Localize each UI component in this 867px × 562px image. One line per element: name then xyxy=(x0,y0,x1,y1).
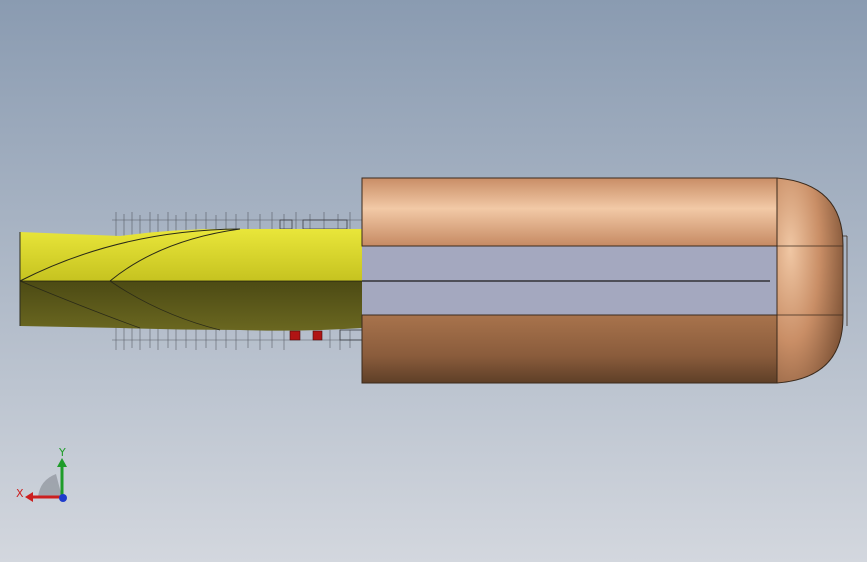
red-fitting-1 xyxy=(289,330,301,341)
lower-body-tube xyxy=(361,314,778,384)
end-cap xyxy=(776,177,844,384)
triad-y-label: Y xyxy=(58,446,66,459)
upper-body-tube xyxy=(361,177,778,247)
graphics-viewport[interactable]: Y X xyxy=(0,0,867,562)
triad-x-label: X xyxy=(16,487,24,500)
nose-cone xyxy=(19,228,362,331)
triad-z-axis xyxy=(59,494,67,502)
red-fitting-2 xyxy=(312,330,323,341)
model-view[interactable]: Y X xyxy=(0,0,867,562)
